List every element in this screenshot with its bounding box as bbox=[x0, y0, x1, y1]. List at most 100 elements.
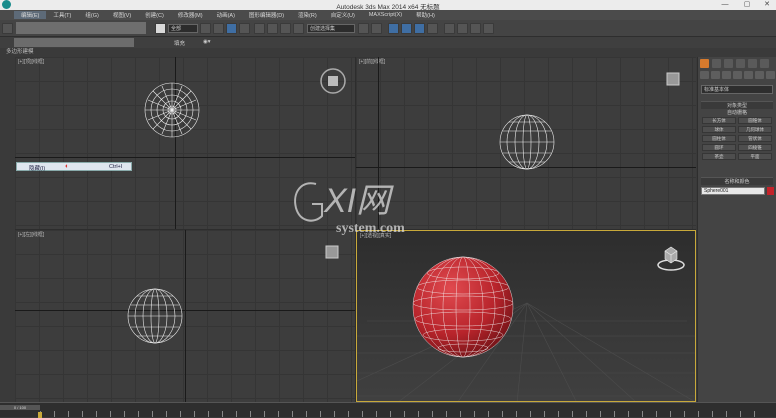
grid-axis-z bbox=[185, 230, 186, 402]
layer-manager-icon[interactable] bbox=[388, 23, 399, 34]
hierarchy-tab-icon[interactable] bbox=[724, 59, 733, 68]
menu-item-shortcut: Ctrl+I bbox=[109, 164, 123, 170]
app-window: Autodesk 3ds Max 2014 x64 无标题 — ▢ ✕ 编辑(E… bbox=[0, 0, 776, 418]
ribbon-toggle-icon[interactable]: ◉▾ bbox=[203, 39, 211, 45]
viewport-top[interactable]: [+][顶][线框] bbox=[15, 57, 355, 229]
move-icon[interactable] bbox=[213, 23, 224, 34]
timeline-ticks bbox=[40, 411, 768, 417]
select-object-icon[interactable] bbox=[155, 23, 166, 34]
viewcube-left-icon[interactable] bbox=[320, 243, 344, 263]
link-icon[interactable] bbox=[2, 23, 13, 34]
autogrid-checkbox[interactable]: 自动栅格 bbox=[701, 109, 773, 117]
ribbon-tab-populate[interactable]: 填充 bbox=[174, 39, 185, 47]
scale-icon[interactable] bbox=[239, 23, 250, 34]
create-tab-icon[interactable] bbox=[700, 59, 709, 68]
tube-button[interactable]: 管状体 bbox=[738, 135, 772, 142]
pyramid-button[interactable]: 四棱锥 bbox=[738, 144, 772, 151]
systems-icon[interactable] bbox=[766, 71, 775, 79]
viewcube-top-icon[interactable] bbox=[318, 66, 348, 96]
ribbon: 填充 ◉▾ bbox=[0, 37, 776, 48]
minimize-button[interactable]: — bbox=[718, 0, 732, 10]
percent-snap-icon[interactable] bbox=[280, 23, 291, 34]
render-setup-icon[interactable] bbox=[457, 23, 468, 34]
curve-editor-icon[interactable] bbox=[414, 23, 425, 34]
cone-button[interactable]: 圆锥体 bbox=[738, 117, 772, 124]
menu-modifiers[interactable]: 修改器(M) bbox=[171, 11, 210, 19]
viewport-area: [+][顶][线框] [+][前][线框] [+][左][线框] [+][透视]… bbox=[15, 57, 696, 402]
sphere-wireframe-left[interactable] bbox=[126, 287, 184, 345]
viewport-perspective[interactable]: [+][透视][真实] bbox=[356, 230, 696, 402]
menu-edit[interactable]: 编辑(E) bbox=[14, 11, 47, 19]
sphere-wireframe-top[interactable] bbox=[143, 81, 201, 139]
lights-icon[interactable] bbox=[722, 71, 731, 79]
object-name-field[interactable]: Sphere001 bbox=[701, 187, 765, 195]
time-slider[interactable]: 0 / 100 bbox=[0, 405, 40, 410]
align-icon[interactable] bbox=[371, 23, 382, 34]
context-menu-hide[interactable]: 隐藏(I) ◐ Ctrl+I bbox=[16, 162, 132, 172]
helpers-icon[interactable] bbox=[744, 71, 753, 79]
viewport-top-label[interactable]: [+][顶][线框] bbox=[18, 58, 44, 65]
grid-axis-z bbox=[378, 57, 379, 229]
menu-help[interactable]: 帮助(H) bbox=[409, 11, 442, 19]
menu-create[interactable]: 创建(C) bbox=[138, 11, 171, 19]
command-panel-tabs bbox=[700, 59, 776, 69]
menu-graph-editors[interactable]: 图形编辑器(D) bbox=[242, 11, 291, 19]
cylinder-button[interactable]: 圆柱体 bbox=[702, 135, 736, 142]
rendered-frame-icon[interactable] bbox=[470, 23, 481, 34]
viewport-front[interactable]: [+][前][线框] bbox=[356, 57, 696, 229]
snap-icon[interactable] bbox=[254, 23, 265, 34]
angle-snap-icon[interactable] bbox=[267, 23, 278, 34]
create-subcategories bbox=[700, 71, 776, 80]
time-marker[interactable] bbox=[38, 412, 42, 418]
left-strip bbox=[0, 57, 15, 402]
viewport-left[interactable]: [+][左][线框] bbox=[15, 230, 355, 402]
schematic-view-icon[interactable] bbox=[427, 23, 438, 34]
mirror-icon[interactable] bbox=[358, 23, 369, 34]
geosphere-button[interactable]: 几何球体 bbox=[738, 126, 772, 133]
object-type-rollout[interactable]: 对象类型 bbox=[701, 101, 773, 109]
named-selection-dropdown[interactable]: 创建选择集 bbox=[307, 24, 355, 33]
material-editor-icon[interactable] bbox=[444, 23, 455, 34]
torus-button[interactable]: 圆环 bbox=[702, 144, 736, 151]
select-by-name-icon[interactable] bbox=[200, 23, 211, 34]
viewcube-front-icon[interactable] bbox=[661, 70, 685, 90]
name-color-rollout[interactable]: 名称和颜色 bbox=[701, 177, 773, 185]
rotate-icon[interactable] bbox=[226, 23, 237, 34]
sphere-button[interactable]: 球体 bbox=[702, 126, 736, 133]
spacewarps-icon[interactable] bbox=[755, 71, 764, 79]
menu-animation[interactable]: 动画(A) bbox=[210, 11, 242, 19]
category-dropdown[interactable]: 标准基本体 bbox=[701, 85, 773, 94]
menu-views[interactable]: 视图(V) bbox=[106, 11, 138, 19]
geometry-icon[interactable] bbox=[700, 71, 709, 79]
edit-named-sets-icon[interactable] bbox=[293, 23, 304, 34]
cameras-icon[interactable] bbox=[733, 71, 742, 79]
shapes-icon[interactable] bbox=[711, 71, 720, 79]
motion-tab-icon[interactable] bbox=[736, 59, 745, 68]
timeline: 0 / 100 bbox=[0, 402, 776, 418]
menu-customize[interactable]: 自定义(U) bbox=[324, 11, 362, 19]
menu-item-hide[interactable]: 隐藏(I) bbox=[29, 164, 45, 172]
graphite-toggle-icon[interactable] bbox=[401, 23, 412, 34]
plane-button[interactable]: 平面 bbox=[738, 153, 772, 160]
render-production-icon[interactable] bbox=[483, 23, 494, 34]
menu-group[interactable]: 组(G) bbox=[78, 11, 105, 19]
selection-filter-dropdown[interactable]: 全部 bbox=[168, 24, 198, 33]
menu-tools[interactable]: 工具(T) bbox=[46, 11, 78, 19]
close-button[interactable]: ✕ bbox=[760, 0, 774, 10]
display-tab-icon[interactable] bbox=[748, 59, 757, 68]
maximize-button[interactable]: ▢ bbox=[740, 0, 754, 10]
teapot-button[interactable]: 茶壶 bbox=[702, 153, 736, 160]
title-bar: Autodesk 3ds Max 2014 x64 无标题 — ▢ ✕ bbox=[0, 0, 776, 11]
sphere-wireframe-front[interactable] bbox=[498, 113, 556, 171]
sphere-shaded-perspective[interactable] bbox=[409, 253, 517, 361]
viewcube-perspective-icon[interactable] bbox=[655, 243, 687, 273]
modify-tab-icon[interactable] bbox=[712, 59, 721, 68]
menu-maxscript[interactable]: MAXScript(X) bbox=[362, 12, 409, 18]
box-button[interactable]: 长方体 bbox=[702, 117, 736, 124]
utilities-tab-icon[interactable] bbox=[760, 59, 769, 68]
object-color-swatch[interactable] bbox=[767, 187, 774, 195]
viewport-front-label[interactable]: [+][前][线框] bbox=[359, 58, 385, 65]
menu-rendering[interactable]: 渲染(R) bbox=[291, 11, 324, 19]
viewport-left-label[interactable]: [+][左][线框] bbox=[18, 231, 44, 238]
perspective-grid bbox=[357, 302, 695, 401]
